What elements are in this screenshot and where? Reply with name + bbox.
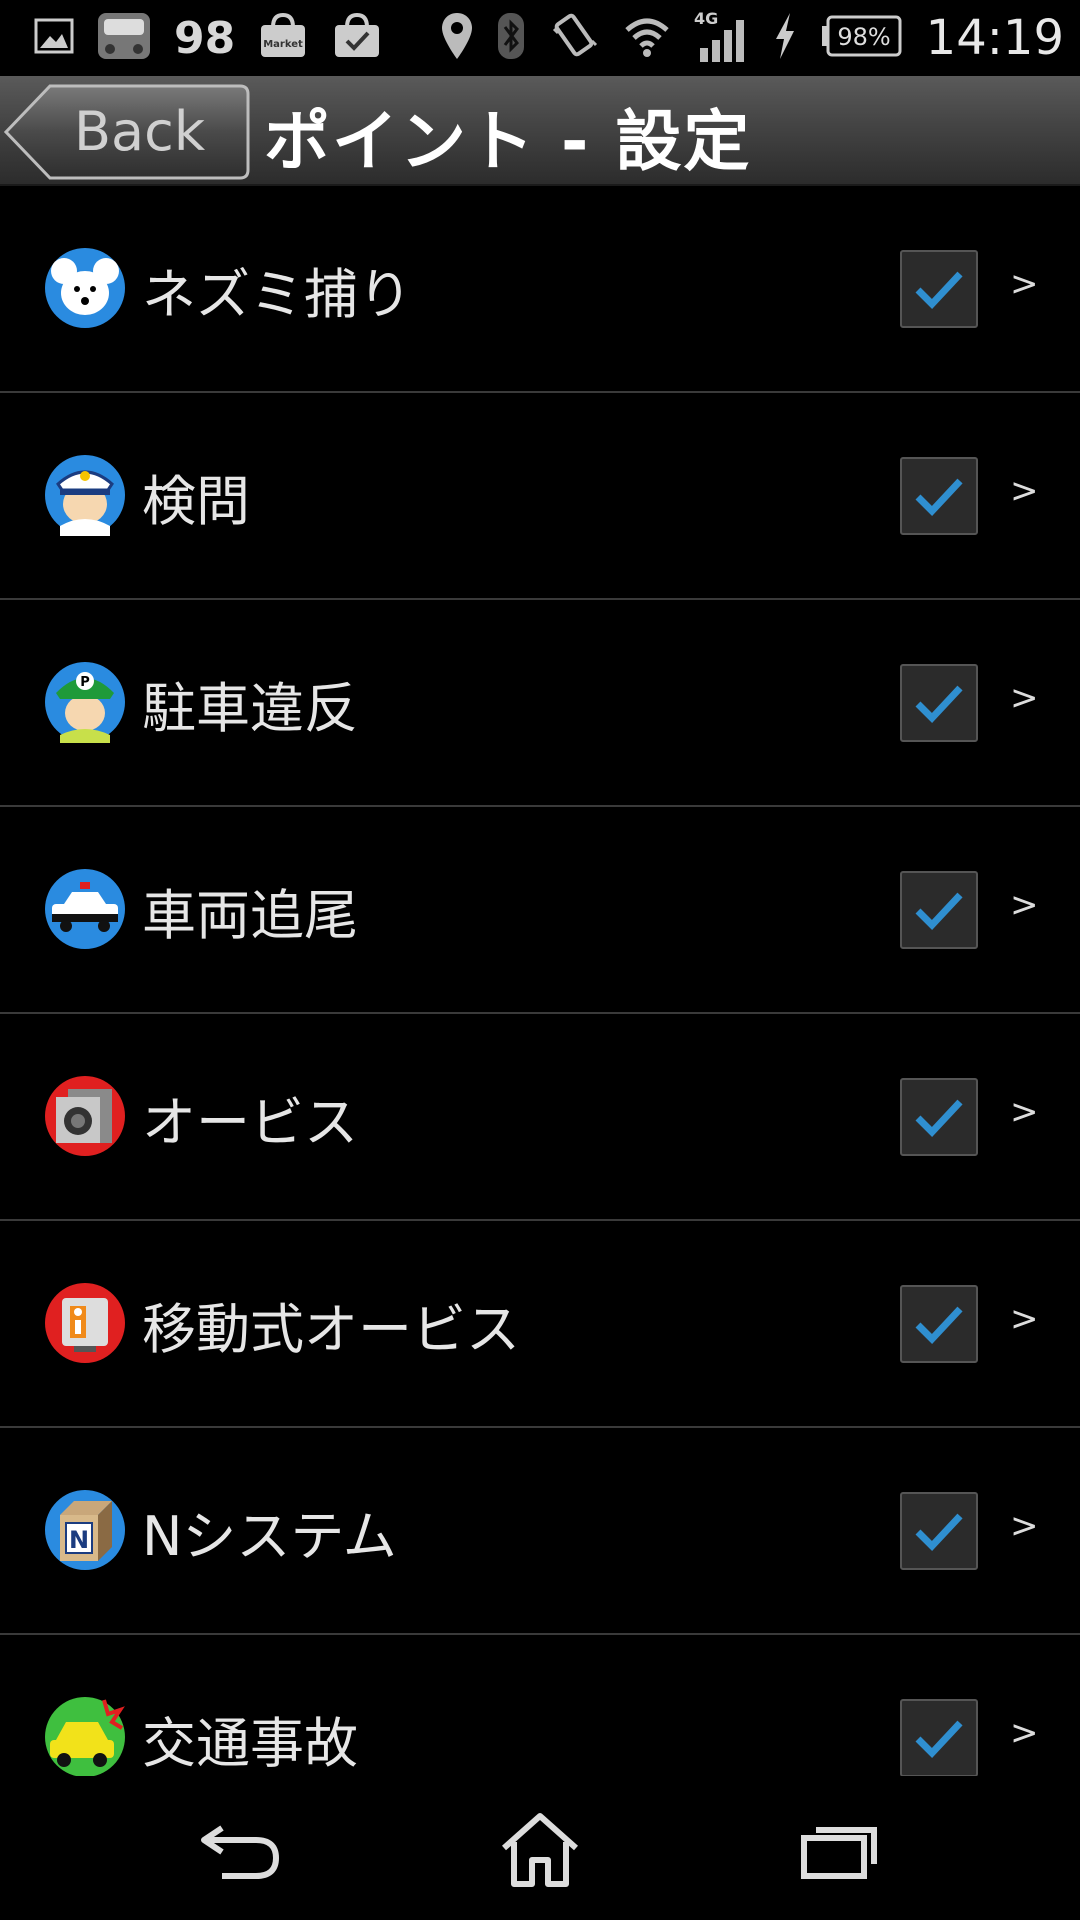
parking-officer-icon: P: [44, 661, 126, 743]
clock: 14:19: [925, 10, 1064, 66]
notification-count: 98: [174, 12, 236, 64]
item-label: Nシステム: [142, 1505, 397, 1568]
enable-checkbox[interactable]: [900, 664, 978, 742]
bluetooth-icon: [496, 11, 526, 65]
page-title: ポイント - 設定: [264, 103, 752, 180]
settings-list: ネズミ捕り > 検問 > P 駐車違反 > 車両追尾 > オービス > 移動式オ…: [0, 186, 1080, 1842]
mobile-speed-camera-icon: [44, 1282, 126, 1364]
police-car-icon: [44, 868, 126, 950]
item-label: 交通事故: [142, 1712, 358, 1775]
app-car-icon: [96, 9, 152, 67]
svg-text:P: P: [80, 675, 90, 690]
n-system-icon: N: [44, 1489, 126, 1571]
action-bar: Back ポイント - 設定: [0, 76, 1080, 186]
enable-checkbox[interactable]: [900, 457, 978, 535]
item-label: 移動式オービス: [142, 1298, 520, 1361]
chevron-right-icon: >: [1010, 678, 1039, 718]
list-item-parking-violation[interactable]: P 駐車違反 >: [0, 600, 1080, 807]
chevron-right-icon: >: [1010, 1506, 1039, 1546]
item-label: オービス: [142, 1091, 358, 1154]
chevron-right-icon: >: [1010, 264, 1039, 304]
svg-text:98%: 98%: [837, 23, 890, 51]
list-item-mouse-trap[interactable]: ネズミ捕り >: [0, 186, 1080, 393]
nav-back-button[interactable]: [180, 1808, 300, 1892]
list-item-mobile-orbis[interactable]: 移動式オービス >: [0, 1221, 1080, 1428]
home-icon: [502, 1813, 578, 1887]
enable-checkbox[interactable]: [900, 1285, 978, 1363]
speed-camera-icon: [44, 1075, 126, 1157]
recent-apps-icon: [801, 1827, 877, 1879]
back-label: Back: [74, 100, 206, 163]
svg-text:Market: Market: [263, 39, 303, 50]
battery-icon: 98%: [820, 14, 904, 62]
enable-checkbox[interactable]: [900, 1699, 978, 1777]
mouse-icon: [44, 247, 126, 329]
item-label: 車両追尾: [142, 884, 358, 947]
list-item-vehicle-tracking[interactable]: 車両追尾 >: [0, 807, 1080, 1014]
list-item-checkpoint[interactable]: 検問 >: [0, 393, 1080, 600]
signal-icon: 4G: [692, 8, 750, 68]
police-officer-icon: [44, 454, 126, 536]
system-nav-bar: [0, 1776, 1080, 1920]
gallery-icon: [34, 18, 74, 58]
back-button[interactable]: Back: [4, 84, 250, 180]
svg-text:N: N: [69, 1526, 89, 1554]
enable-checkbox[interactable]: [900, 1078, 978, 1156]
nav-recents-button[interactable]: [780, 1808, 900, 1892]
charging-bolt-icon: [772, 11, 798, 65]
status-bar: 98 Market 4G 98% 14:19: [0, 0, 1080, 76]
nav-home-button[interactable]: [480, 1808, 600, 1892]
item-label: ネズミ捕り: [142, 263, 412, 326]
enable-checkbox[interactable]: [900, 871, 978, 949]
chevron-right-icon: >: [1010, 1713, 1039, 1753]
chevron-right-icon: >: [1010, 1299, 1039, 1339]
enable-checkbox[interactable]: [900, 1492, 978, 1570]
location-icon: [440, 11, 474, 65]
list-item-n-system[interactable]: N Nシステム >: [0, 1428, 1080, 1635]
list-item-orbis[interactable]: オービス >: [0, 1014, 1080, 1221]
chevron-right-icon: >: [1010, 1092, 1039, 1132]
market-bag-icon: Market: [257, 11, 309, 65]
enable-checkbox[interactable]: [900, 250, 978, 328]
chevron-right-icon: >: [1010, 471, 1039, 511]
vibrate-icon: [548, 11, 602, 65]
accident-icon: [44, 1696, 126, 1778]
item-label: 検問: [142, 470, 250, 533]
svg-text:4G: 4G: [694, 9, 718, 28]
market-check-icon: [331, 11, 383, 65]
back-arrow-icon: [201, 1825, 280, 1879]
item-label: 駐車違反: [142, 677, 358, 740]
wifi-icon: [624, 14, 670, 62]
chevron-right-icon: >: [1010, 885, 1039, 925]
